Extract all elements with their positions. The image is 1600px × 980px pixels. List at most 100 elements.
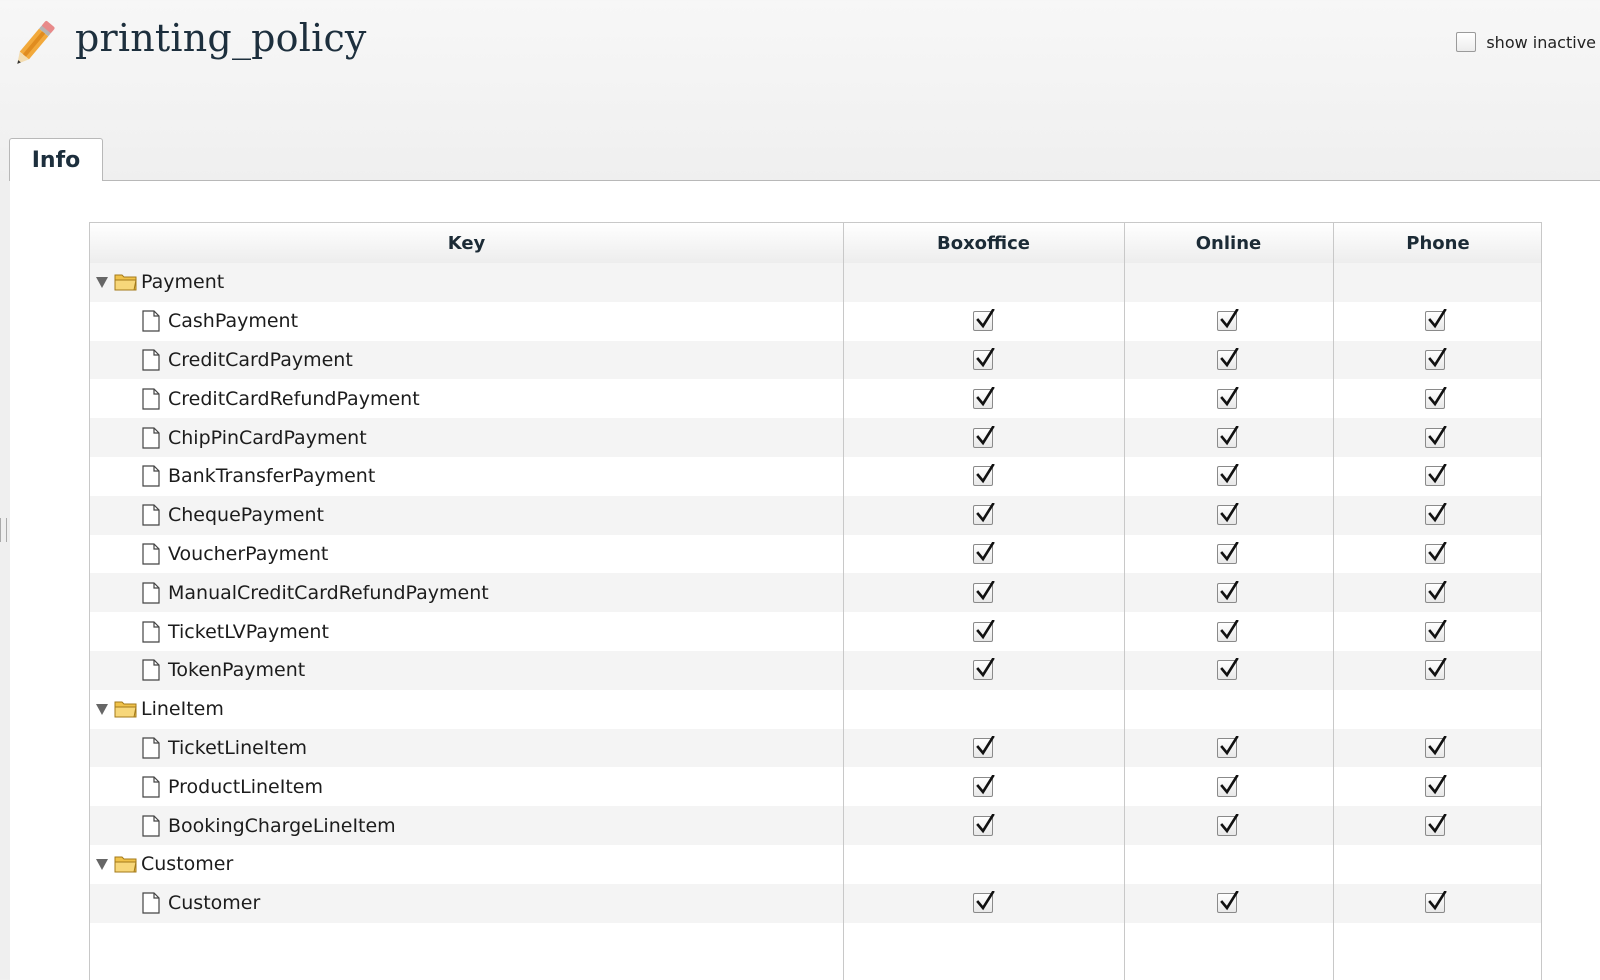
online-checkbox[interactable] — [1217, 464, 1239, 487]
online-checkbox[interactable] — [1217, 735, 1239, 758]
phone-checkbox[interactable] — [1425, 774, 1447, 797]
group-label: LineItem — [141, 698, 224, 721]
boxoffice-checkbox[interactable] — [973, 347, 995, 370]
tree-item-row[interactable]: Customer — [90, 883, 1541, 923]
boxoffice-checkbox[interactable] — [973, 309, 995, 332]
file-icon — [142, 465, 160, 487]
tree-item-row[interactable]: CashPayment — [90, 302, 1541, 341]
phone-checkbox[interactable] — [1425, 735, 1447, 758]
column-header-boxoffice[interactable]: Boxoffice — [843, 223, 1124, 263]
phone-checkbox[interactable] — [1425, 619, 1447, 642]
tree-item-row[interactable]: BookingChargeLineItem — [90, 806, 1541, 845]
tree-item-row[interactable]: CreditCardRefundPayment — [90, 379, 1541, 418]
boxoffice-checkbox[interactable] — [973, 541, 995, 564]
boxoffice-checkbox[interactable] — [973, 580, 995, 603]
group-label: Payment — [141, 271, 225, 294]
phone-checkbox[interactable] — [1425, 658, 1447, 681]
expand-collapse-icon[interactable] — [96, 858, 108, 870]
policy-table: Key Boxoffice Online Phone Payment CashPa… — [89, 222, 1542, 980]
file-icon — [142, 426, 160, 449]
file-icon — [142, 892, 160, 914]
phone-checkbox[interactable] — [1425, 541, 1447, 564]
item-label: TicketLVPayment — [168, 620, 329, 643]
file-icon — [142, 620, 160, 643]
resize-handle[interactable] — [0, 518, 7, 542]
file-icon — [142, 310, 160, 332]
phone-checkbox[interactable] — [1425, 464, 1447, 487]
column-header-phone[interactable]: Phone — [1333, 223, 1543, 263]
phone-checkbox[interactable] — [1425, 347, 1447, 370]
tree-item-row[interactable]: TicketLineItem — [90, 728, 1541, 768]
item-label: ManualCreditCardRefundPayment — [168, 581, 489, 604]
page-header: printing_policy show inactive — [0, 0, 1600, 100]
item-label: VoucherPayment — [168, 542, 329, 565]
show-inactive-toggle[interactable]: show inactive — [1456, 32, 1596, 52]
item-label: CashPayment — [168, 310, 299, 333]
page-title: printing_policy — [75, 16, 367, 60]
boxoffice-checkbox[interactable] — [973, 425, 995, 448]
tree-item-row[interactable]: VoucherPayment — [90, 535, 1541, 574]
tree-group-row[interactable]: LineItem — [90, 690, 1541, 729]
online-checkbox[interactable] — [1217, 891, 1239, 914]
online-checkbox[interactable] — [1217, 774, 1239, 797]
tab-info[interactable]: Info — [9, 138, 103, 181]
boxoffice-checkbox[interactable] — [973, 813, 995, 836]
online-checkbox[interactable] — [1217, 309, 1239, 332]
phone-checkbox[interactable] — [1425, 580, 1447, 603]
show-inactive-checkbox[interactable] — [1456, 32, 1477, 52]
tree-item-row[interactable]: TokenPayment — [90, 650, 1541, 690]
column-header-online[interactable]: Online — [1124, 223, 1333, 263]
folder-icon — [114, 854, 138, 874]
online-checkbox[interactable] — [1217, 580, 1239, 603]
online-checkbox[interactable] — [1217, 347, 1239, 370]
boxoffice-checkbox[interactable] — [973, 658, 995, 681]
phone-checkbox[interactable] — [1425, 891, 1447, 914]
online-checkbox[interactable] — [1217, 619, 1239, 642]
online-checkbox[interactable] — [1217, 541, 1239, 564]
phone-checkbox[interactable] — [1425, 813, 1447, 836]
tree-group-row[interactable]: Payment — [90, 263, 1541, 302]
boxoffice-checkbox[interactable] — [973, 503, 995, 526]
folder-icon — [114, 272, 138, 292]
column-divider — [843, 223, 844, 980]
tree-item-row[interactable]: ChequePayment — [90, 495, 1541, 535]
tree-item-row[interactable]: ProductLineItem — [90, 767, 1541, 806]
column-header-key[interactable]: Key — [90, 223, 843, 263]
column-divider — [1124, 223, 1125, 980]
online-checkbox[interactable] — [1217, 658, 1239, 681]
item-label: ChipPinCardPayment — [168, 426, 367, 449]
boxoffice-checkbox[interactable] — [973, 774, 995, 797]
item-label: ProductLineItem — [168, 775, 323, 798]
tree-item-row[interactable]: ChipPinCardPayment — [90, 418, 1541, 457]
file-icon — [142, 659, 160, 681]
show-inactive-label: show inactive — [1486, 32, 1596, 52]
expand-collapse-icon[interactable] — [96, 703, 108, 715]
tree-group-row[interactable]: Customer — [90, 845, 1541, 884]
item-label: TicketLineItem — [168, 736, 308, 759]
phone-checkbox[interactable] — [1425, 425, 1447, 448]
table-header: Key Boxoffice Online Phone — [90, 223, 1541, 264]
phone-checkbox[interactable] — [1425, 503, 1447, 526]
boxoffice-checkbox[interactable] — [973, 891, 995, 914]
phone-checkbox[interactable] — [1425, 309, 1447, 332]
tree-item-row[interactable]: TicketLVPayment — [90, 612, 1541, 651]
item-label: ChequePayment — [168, 504, 324, 527]
online-checkbox[interactable] — [1217, 503, 1239, 526]
boxoffice-checkbox[interactable] — [973, 386, 995, 409]
boxoffice-checkbox[interactable] — [973, 619, 995, 642]
online-checkbox[interactable] — [1217, 425, 1239, 448]
boxoffice-checkbox[interactable] — [973, 735, 995, 758]
item-label: BookingChargeLineItem — [168, 814, 396, 837]
tree-item-row[interactable]: CreditCardPayment — [90, 340, 1541, 380]
phone-checkbox[interactable] — [1425, 386, 1447, 409]
online-checkbox[interactable] — [1217, 813, 1239, 836]
tree-item-row[interactable]: BankTransferPayment — [90, 457, 1541, 496]
file-icon — [142, 737, 160, 759]
tree-item-row[interactable]: ManualCreditCardRefundPayment — [90, 573, 1541, 613]
online-checkbox[interactable] — [1217, 386, 1239, 409]
boxoffice-checkbox[interactable] — [973, 464, 995, 487]
expand-collapse-icon[interactable] — [96, 276, 108, 288]
folder-icon — [114, 699, 138, 719]
file-icon — [142, 814, 160, 837]
file-icon — [142, 349, 160, 371]
